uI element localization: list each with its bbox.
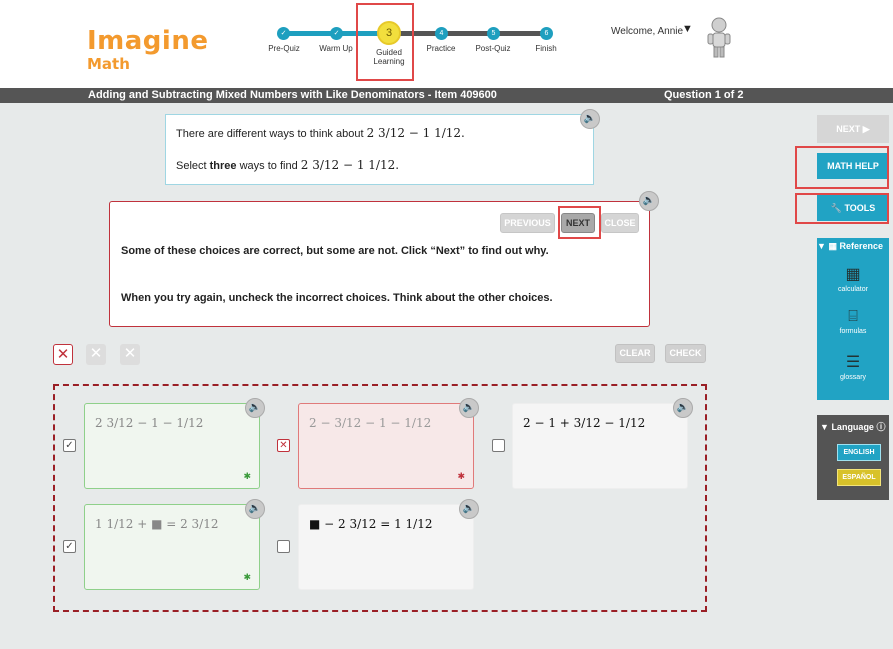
close-button[interactable]: CLOSE <box>601 213 639 233</box>
choice-2-audio-button[interactable]: 🔈 <box>459 398 479 418</box>
step-practice-dot: 4 <box>435 27 448 40</box>
question-line-2: Select three ways to find 2 3/12 − 1 1/1… <box>176 158 400 172</box>
question-panel: There are different ways to think about … <box>165 114 594 185</box>
choice-1-card[interactable]: 2 3/12 − 1 − 1/12 ✱ <box>84 403 260 489</box>
step-prequiz-label: Pre-Quiz <box>268 44 300 53</box>
reference-header[interactable]: ▼ ▦ Reference <box>817 241 889 252</box>
choice-3-audio-button[interactable]: 🔈 <box>673 398 693 418</box>
step-finish-dot: 6 <box>540 27 553 40</box>
next-question-button[interactable]: NEXT ▶ <box>817 115 889 143</box>
choice-2-checkbox[interactable]: ✕ <box>277 439 290 452</box>
previous-button[interactable]: PREVIOUS <box>500 213 555 233</box>
choice-3-expression: 2 − 1 + 3/12 − 1/12 <box>523 416 646 430</box>
book-icon: ▦ <box>828 241 837 251</box>
language-panel: ▼ Language ⓘ ENGLISH ESPAÑOL <box>817 415 889 500</box>
next-button-highlight <box>558 206 601 239</box>
guided-step-highlight <box>356 3 414 81</box>
clear-button[interactable]: CLEAR <box>615 344 655 363</box>
choice-1-audio-button[interactable]: 🔈 <box>245 398 265 418</box>
reference-panel: ▼ ▦ Reference ▦ calculator ⌸ formulas ☰ … <box>817 238 889 400</box>
question-counter: Question 1 of 2 <box>664 89 744 101</box>
step-postquiz-dot: 5 <box>487 27 500 40</box>
brand-logo: Imagine <box>87 26 209 56</box>
choice-1-checkbox[interactable]: ✓ <box>63 439 76 452</box>
english-button[interactable]: ENGLISH <box>837 444 881 461</box>
question-expression-2: 2 3/12 − 1 1/12. <box>300 158 400 172</box>
language-header[interactable]: ▼ Language ⓘ <box>820 420 885 433</box>
choice-3-checkbox[interactable] <box>492 439 505 452</box>
math-help-highlight <box>795 146 889 189</box>
cross-icon-2[interactable]: ✕ <box>120 344 140 365</box>
espanol-button[interactable]: ESPAÑOL <box>837 469 881 486</box>
wrong-marker-icon: ✱ <box>457 471 465 481</box>
answer-choices-area: ✓ 2 3/12 − 1 − 1/12 ✱ 🔈 ✕ 2 − 3/12 − 1 −… <box>53 384 707 612</box>
glossary-icon: ☰ <box>845 354 861 371</box>
step-practice-label: Practice <box>426 44 456 53</box>
choice-1-expression: 2 3/12 − 1 − 1/12 <box>95 416 204 430</box>
welcome-text: Welcome, Annie <box>611 26 684 37</box>
tools-highlight <box>795 193 889 224</box>
question-line-1: There are different ways to think about … <box>176 126 465 140</box>
correct-marker-icon-2: ✱ <box>243 572 251 582</box>
mark-wrong-icon[interactable]: ✕ <box>53 344 73 365</box>
correct-marker-icon: ✱ <box>243 471 251 481</box>
help-icon[interactable]: ⓘ <box>876 422 885 432</box>
question-expression-1: 2 3/12 − 1 1/12. <box>366 126 465 140</box>
avatar[interactable] <box>706 16 732 58</box>
choice-4-card[interactable]: 1 1/12 + ■ = 2 3/12 ✱ <box>84 504 260 590</box>
choice-4-checkbox[interactable]: ✓ <box>63 540 76 553</box>
user-menu-caret-icon[interactable]: ▼ <box>682 23 693 35</box>
feedback-message-1: Some of these choices are correct, but s… <box>121 245 549 257</box>
header: Imagine Math ✓ Pre-Quiz ✓ Warm Up 3 Guid… <box>0 0 893 88</box>
choice-5-audio-button[interactable]: 🔈 <box>459 499 479 519</box>
choice-4-expression: 1 1/12 + ■ = 2 3/12 <box>95 517 219 531</box>
formulas-icon: ⌸ <box>848 308 858 325</box>
calculator-tool[interactable]: ▦ calculator <box>817 264 889 293</box>
step-warmup-dot: ✓ <box>330 27 343 40</box>
item-title-bar: Adding and Subtracting Mixed Numbers wit… <box>0 88 893 103</box>
feedback-message-2: When you try again, uncheck the incorrec… <box>121 292 553 304</box>
choice-5-checkbox[interactable] <box>277 540 290 553</box>
collapse-caret-icon-2: ▼ <box>820 422 829 432</box>
choice-2-card[interactable]: 2 − 3/12 − 1 − 1/12 ✱ <box>298 403 474 489</box>
progress-tracker: ✓ Pre-Quiz ✓ Warm Up 3 Guided Learning 4… <box>268 18 568 88</box>
cross-icon[interactable]: ✕ <box>86 344 106 365</box>
check-button[interactable]: CHECK <box>665 344 706 363</box>
formulas-tool[interactable]: ⌸ formulas <box>817 308 889 335</box>
calculator-icon: ▦ <box>845 266 861 283</box>
lesson-title: Adding and Subtracting Mixed Numbers wit… <box>88 89 497 101</box>
glossary-tool[interactable]: ☰ glossary <box>817 352 889 381</box>
choice-3-card[interactable]: 2 − 1 + 3/12 − 1/12 <box>512 403 688 489</box>
choice-5-card[interactable]: ■ − 2 3/12 = 1 1/12 <box>298 504 474 590</box>
question-audio-button[interactable]: 🔈 <box>580 109 600 129</box>
step-finish-label: Finish <box>535 44 557 53</box>
choice-2-expression: 2 − 3/12 − 1 − 1/12 <box>309 416 432 430</box>
choice-4-audio-button[interactable]: 🔈 <box>245 499 265 519</box>
brand-sub: Math <box>87 55 130 73</box>
step-postquiz-label: Post-Quiz <box>475 44 511 53</box>
step-warmup-label: Warm Up <box>319 44 353 53</box>
collapse-caret-icon: ▼ <box>817 241 826 251</box>
choice-5-expression: ■ − 2 3/12 = 1 1/12 <box>309 517 433 531</box>
step-prequiz-dot: ✓ <box>277 27 290 40</box>
feedback-audio-button[interactable]: 🔈 <box>639 191 659 211</box>
